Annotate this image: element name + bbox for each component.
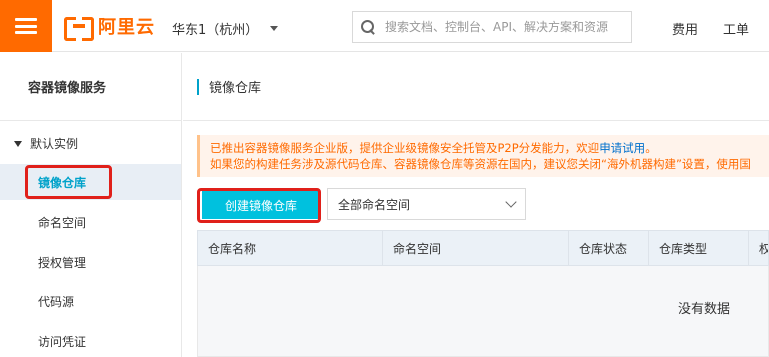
namespace-select[interactable]: 全部命名空间	[327, 188, 526, 220]
sidebar-item-label: 访问凭证	[38, 334, 87, 349]
column-header-namespace[interactable]: 命名空间	[383, 231, 569, 265]
sidebar-item-namespaces[interactable]: 命名空间	[0, 204, 181, 240]
column-header-repo-type[interactable]: 仓库类型	[649, 231, 749, 265]
notice-line-2: 如果您的构建任务涉及源代码仓库、容器镜像仓库等资源在国内，建议您关闭“海外机器构…	[210, 157, 751, 171]
notice-line-1: 已推出容器镜像服务企业版，提供企业级镜像安全托管及P2P分发能力，欢迎申请试用。	[210, 140, 769, 156]
repo-table: 仓库名称 命名空间 仓库状态 仓库类型 权 没有数据	[197, 230, 769, 357]
notice-text: 已推出容器镜像服务企业版，提供企业级镜像安全托管及P2P分发能力，欢迎	[210, 141, 600, 155]
menu-icon	[15, 18, 37, 34]
empty-state-text: 没有数据	[678, 302, 731, 317]
title-accent-bar	[197, 78, 199, 95]
caret-down-icon	[270, 26, 279, 31]
apply-trial-link[interactable]: 申请试用	[599, 141, 645, 155]
sidebar-group-default-instance[interactable]: 默认实例	[14, 135, 78, 152]
sidebar-item-image-repos[interactable]: 镜像仓库	[0, 164, 181, 200]
region-selector[interactable]: 华东1（杭州）	[172, 19, 279, 38]
sidebar-title: 容器镜像服务	[0, 53, 181, 121]
ticket-link[interactable]: 工单	[723, 19, 749, 38]
logo-text: 阿里云	[98, 17, 155, 38]
sidebar-item-authorization[interactable]: 授权管理	[0, 244, 181, 280]
sidebar-item-access-credentials[interactable]: 访问凭证	[0, 323, 181, 357]
sidebar-item-label: 代码源	[38, 294, 75, 309]
region-label: 华东1（杭州）	[172, 23, 259, 38]
top-navigation-bar: 阿里云 华东1（杭州） 费用 工单	[0, 0, 769, 52]
billing-link[interactable]: 费用	[672, 19, 698, 38]
table-body: 没有数据	[197, 266, 769, 357]
aliyun-logo[interactable]: 阿里云	[64, 13, 155, 41]
hamburger-menu-button[interactable]	[0, 0, 52, 52]
collapse-triangle-icon	[14, 140, 22, 147]
search-icon	[361, 20, 375, 34]
search-input[interactable]	[385, 20, 625, 34]
sidebar-item-code-source[interactable]: 代码源	[0, 283, 181, 319]
sidebar-group-label: 默认实例	[30, 137, 79, 151]
main-content: 镜像仓库 已推出容器镜像服务企业版，提供企业级镜像安全托管及P2P分发能力，欢迎…	[183, 53, 769, 357]
page-title: 镜像仓库	[209, 81, 262, 96]
page-header: 镜像仓库	[183, 53, 769, 121]
notice-banner: 已推出容器镜像服务企业版，提供企业级镜像安全托管及P2P分发能力，欢迎申请试用。…	[197, 135, 769, 177]
sidebar-item-label: 授权管理	[38, 255, 87, 270]
aliyun-logo-icon	[64, 17, 94, 41]
sidebar-item-label: 命名空间	[38, 215, 87, 230]
column-header-permission[interactable]: 权	[749, 231, 768, 265]
namespace-select-value: 全部命名空间	[338, 197, 411, 212]
sidebar-item-label: 镜像仓库	[38, 175, 87, 190]
chevron-down-icon	[505, 196, 517, 208]
column-header-repo-name[interactable]: 仓库名称	[198, 231, 383, 265]
column-header-repo-status[interactable]: 仓库状态	[569, 231, 649, 265]
global-search[interactable]	[352, 11, 632, 43]
sidebar: 容器镜像服务 默认实例 镜像仓库 命名空间 授权管理 代码源 访问凭证	[0, 53, 182, 357]
notice-text-end: 。	[645, 141, 657, 155]
table-header: 仓库名称 命名空间 仓库状态 仓库类型 权	[197, 230, 769, 266]
create-repo-button[interactable]: 创建镜像仓库	[202, 191, 320, 219]
